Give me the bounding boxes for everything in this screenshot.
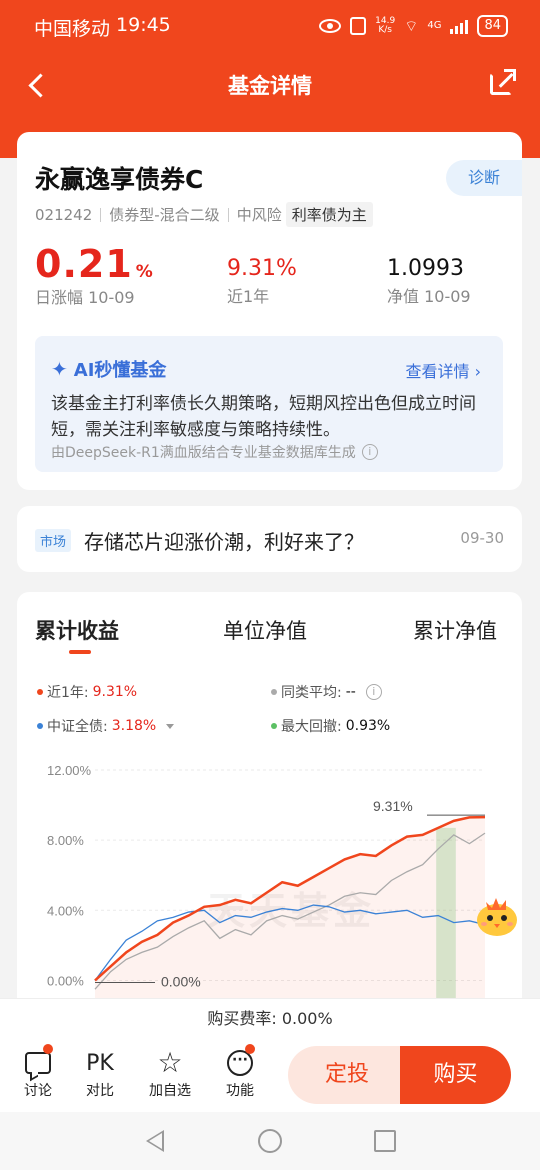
start-value-label: 0.00% xyxy=(161,973,201,989)
performance-chart-card: 累计收益 单位净值 累计净值 近1年: 9.31% 同类平均: -- i 中证全债:… xyxy=(17,592,522,1012)
nav-home-icon[interactable] xyxy=(258,1129,282,1153)
daily-change-stat: 0.21% 日涨幅 10-09 xyxy=(35,242,154,308)
news-item[interactable]: 市场 存储芯片迎涨价潮，利好来了？ 09-30 xyxy=(17,506,522,572)
eye-comfort-icon xyxy=(319,19,342,33)
news-tag: 市场 xyxy=(35,529,72,552)
nav-label: 净值 10-09 xyxy=(387,287,471,306)
vibrate-icon xyxy=(350,17,367,35)
y-tick-label: 12.00% xyxy=(47,763,92,778)
daily-change-label: 日涨幅 10-09 xyxy=(35,288,135,307)
nav-back-icon[interactable] xyxy=(146,1130,164,1152)
pk-icon: PK xyxy=(86,1050,114,1076)
caret-down-icon xyxy=(166,723,175,729)
cumulative-return-chart[interactable]: 12.00% 8.00% 4.00% 0.00% 9.31% 0.00% xyxy=(17,752,522,998)
end-value-label: 9.31% xyxy=(373,798,413,814)
fund-type: 债券型-混合二级 xyxy=(109,206,220,224)
info-icon[interactable]: i xyxy=(361,444,378,460)
mascot-chick-icon[interactable] xyxy=(472,892,522,938)
wifi-icon: ⌔ xyxy=(404,16,419,35)
legend-peer-average: 同类平均: -- i xyxy=(271,682,382,702)
notification-dot xyxy=(245,1044,255,1054)
network-speed: 14.9 K/s xyxy=(375,16,396,35)
news-date: 09-30 xyxy=(460,529,504,547)
fund-code: 021242 xyxy=(35,205,93,224)
star-icon: ☆ xyxy=(157,1046,183,1079)
app-header: 基金详情 xyxy=(0,52,540,118)
diagnose-button[interactable]: 诊断 xyxy=(446,160,522,196)
fee-value: 0.00% xyxy=(281,1009,333,1028)
sparkle-icon: ✦ xyxy=(51,357,68,381)
focus-tag: 利率债为主 xyxy=(285,202,373,227)
y-tick-label: 8.00% xyxy=(47,833,84,848)
fund-summary-card: 永赢逸享债券C 诊断 021242 债券型-混合二级 中风险 利率债为主 0.2… xyxy=(17,132,522,490)
legend-fund: 近1年: 9.31% xyxy=(37,682,137,702)
signal-icon xyxy=(450,18,469,34)
ai-source-note: 由DeepSeek-R1满血版结合专业基金数据库生成 xyxy=(51,445,356,461)
legend-max-drawdown: 最大回撤: 0.93% xyxy=(271,716,390,736)
info-icon[interactable]: i xyxy=(365,684,382,700)
discuss-button[interactable]: 讨论 xyxy=(13,1044,63,1100)
fund-name: 永赢逸享债券C xyxy=(35,165,204,194)
y-tick-label: 0.00% xyxy=(47,973,84,988)
share-button[interactable] xyxy=(488,69,516,97)
ai-summary-box[interactable]: ✦ AI秒懂基金 查看详情 › 该基金主打利率债长久期策略，短期风控出色但成立时… xyxy=(35,336,503,472)
add-watchlist-button[interactable]: ☆ 加自选 xyxy=(145,1046,195,1100)
network-type: 4G xyxy=(427,20,442,31)
one-year-label: 近1年 xyxy=(227,287,270,306)
tab-cumulative-return[interactable]: 累计收益 xyxy=(35,615,119,645)
auto-invest-button[interactable]: 定投 xyxy=(288,1046,406,1104)
buy-button[interactable]: 购买 xyxy=(400,1046,511,1104)
chat-icon xyxy=(25,1052,51,1074)
one-year-value: 9.31% xyxy=(227,256,297,281)
ai-title: AI秒懂基金 xyxy=(73,360,167,381)
nav-stat: 1.0993 净值 10-09 xyxy=(387,256,471,307)
bottom-action-bar: 讨论 PK 对比 ☆ 加自选 ··· 功能 定投 购买 xyxy=(0,1038,540,1112)
risk-level: 中风险 xyxy=(236,206,282,224)
ai-more-link[interactable]: 查看详情 › xyxy=(405,358,481,382)
page-title: 基金详情 xyxy=(228,74,312,98)
fee-label: 购买费率: xyxy=(207,1009,277,1028)
active-tab-indicator xyxy=(69,650,91,654)
chevron-right-icon: › xyxy=(474,362,481,381)
nav-recents-icon[interactable] xyxy=(374,1130,396,1152)
status-bar: 中国移动 19:45 14.9 K/s ⌔ 4G 84 xyxy=(0,0,540,52)
functions-button[interactable]: ··· 功能 xyxy=(215,1044,265,1100)
clock: 19:45 xyxy=(116,14,171,36)
daily-change-value: 0.21 xyxy=(35,242,133,286)
tab-cumulative-nav[interactable]: 累计净值 xyxy=(413,615,497,645)
system-nav-bar xyxy=(0,1112,540,1170)
daily-change-unit: % xyxy=(135,262,154,282)
tab-unit-nav[interactable]: 单位净值 xyxy=(223,615,307,645)
fund-meta: 021242 债券型-混合二级 中风险 利率债为主 xyxy=(35,202,373,227)
news-title: 存储芯片迎涨价潮，利好来了？ xyxy=(84,530,364,554)
carrier-label: 中国移动 xyxy=(34,18,111,40)
notification-dot xyxy=(43,1044,53,1054)
purchase-fee-bar: 购买费率: 0.00% xyxy=(0,998,540,1038)
ai-summary-text: 该基金主打利率债长久期策略，短期风控出色但成立时间短，需关注利率敏感度与策略持续… xyxy=(51,394,476,440)
y-tick-label: 4.00% xyxy=(47,903,84,918)
legend-index[interactable]: 中证全债: 3.18% xyxy=(37,716,175,736)
one-year-stat: 9.31% 近1年 xyxy=(227,256,297,307)
fund-area xyxy=(95,817,485,998)
nav-value: 1.0993 xyxy=(387,256,464,281)
battery-icon: 84 xyxy=(477,15,508,37)
compare-button[interactable]: PK 对比 xyxy=(75,1046,125,1100)
